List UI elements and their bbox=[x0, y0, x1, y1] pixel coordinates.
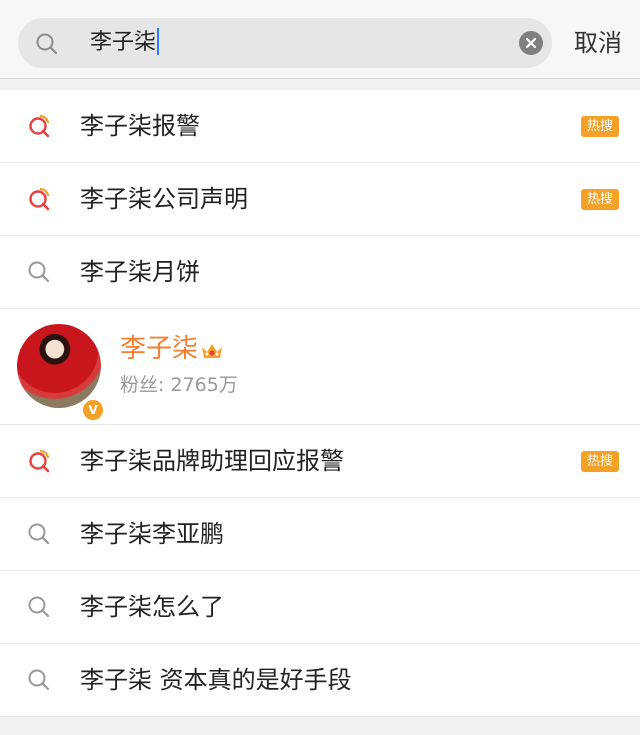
search-icon bbox=[28, 523, 50, 545]
suggestion-text: 李子柒 资本真的是好手段 bbox=[80, 666, 352, 694]
hot-badge: 热搜 bbox=[581, 189, 619, 210]
hot-badge: 热搜 bbox=[581, 116, 619, 137]
search-query[interactable]: 李子柒 bbox=[90, 18, 160, 68]
crown-icon bbox=[202, 344, 222, 358]
suggestion-item[interactable]: 李子柒李亚鹏 bbox=[0, 498, 640, 571]
suggestion-item[interactable]: 李子柒月饼 bbox=[0, 236, 640, 309]
suggestion-text: 李子柒报警 bbox=[80, 112, 200, 140]
user-name: 李子柒 bbox=[120, 334, 199, 364]
search-input[interactable]: 李子柒 bbox=[18, 18, 552, 68]
suggestion-list: 李子柒报警 热搜 李子柒公司声明 热搜 李子柒月饼 V 李子柒 粉丝: 2765… bbox=[0, 90, 640, 717]
text-caret bbox=[157, 27, 160, 55]
fans-count: 粉丝: 2765万 bbox=[120, 371, 238, 399]
suggestion-text: 李子柒李亚鹏 bbox=[80, 520, 224, 548]
avatar[interactable] bbox=[17, 324, 101, 408]
suggestion-item[interactable]: 李子柒品牌助理回应报警 热搜 bbox=[0, 425, 640, 498]
search-header: 李子柒 取消 bbox=[0, 0, 640, 79]
verified-badge: V bbox=[81, 398, 105, 422]
search-query-text: 李子柒 bbox=[90, 30, 157, 55]
fans-label: 粉丝: bbox=[120, 374, 165, 396]
suggestion-item[interactable]: 李子柒怎么了 bbox=[0, 571, 640, 644]
suggestion-text: 李子柒公司声明 bbox=[80, 185, 248, 213]
suggestion-item[interactable]: 李子柒 资本真的是好手段 bbox=[0, 644, 640, 717]
search-icon bbox=[28, 596, 50, 618]
hot-search-icon bbox=[29, 187, 50, 211]
clear-icon bbox=[525, 37, 537, 49]
hot-search-icon bbox=[29, 114, 50, 138]
user-result[interactable]: V 李子柒 粉丝: 2765万 bbox=[0, 309, 640, 425]
suggestion-item[interactable]: 李子柒报警 热搜 bbox=[0, 90, 640, 163]
suggestion-text: 李子柒月饼 bbox=[80, 258, 200, 286]
clear-search-button[interactable] bbox=[519, 31, 543, 55]
search-icon bbox=[28, 261, 50, 283]
hot-search-icon bbox=[29, 449, 50, 473]
search-icon bbox=[28, 669, 50, 691]
hot-badge: 热搜 bbox=[581, 451, 619, 472]
suggestion-text: 李子柒怎么了 bbox=[80, 593, 224, 621]
search-icon bbox=[36, 33, 58, 55]
suggestion-text: 李子柒品牌助理回应报警 bbox=[80, 447, 344, 475]
fans-value: 2765万 bbox=[170, 374, 238, 396]
suggestion-item[interactable]: 李子柒公司声明 热搜 bbox=[0, 163, 640, 236]
cancel-button[interactable]: 取消 bbox=[574, 19, 622, 67]
